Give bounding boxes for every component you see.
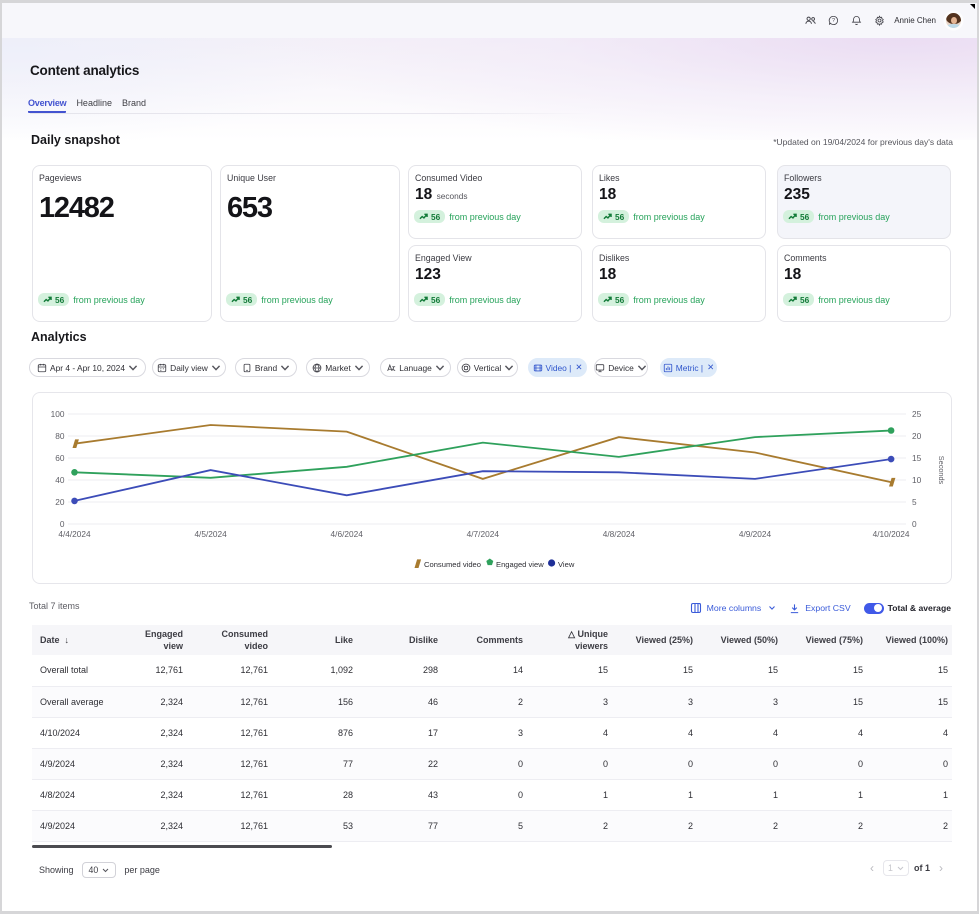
svg-text:4/7/2024: 4/7/2024	[467, 529, 500, 539]
svg-text:80: 80	[55, 431, 65, 441]
svg-text:100: 100	[51, 409, 65, 419]
svg-text:5: 5	[912, 497, 917, 507]
svg-text:Engaged view: Engaged view	[496, 560, 544, 569]
svg-text:4/9/2024: 4/9/2024	[739, 529, 772, 539]
svg-text:4/4/2024: 4/4/2024	[58, 529, 91, 539]
svg-text:20: 20	[55, 497, 65, 507]
svg-text:4/8/2024: 4/8/2024	[603, 529, 636, 539]
svg-text:20: 20	[912, 431, 922, 441]
svg-text:25: 25	[912, 409, 922, 419]
svg-text:?: ?	[832, 18, 835, 24]
svg-text:0: 0	[912, 519, 917, 529]
svg-text:0: 0	[60, 519, 65, 529]
svg-text:4/6/2024: 4/6/2024	[331, 529, 364, 539]
svg-text:4/5/2024: 4/5/2024	[194, 529, 227, 539]
svg-text:40: 40	[55, 475, 65, 485]
svg-text:Seconds: Seconds	[937, 456, 946, 485]
svg-text:10: 10	[912, 475, 922, 485]
svg-text:60: 60	[55, 453, 65, 463]
svg-text:View: View	[558, 560, 575, 569]
svg-text:Consumed video: Consumed video	[424, 560, 481, 569]
svg-text:4/10/2024: 4/10/2024	[873, 529, 910, 539]
svg-text:15: 15	[912, 453, 922, 463]
